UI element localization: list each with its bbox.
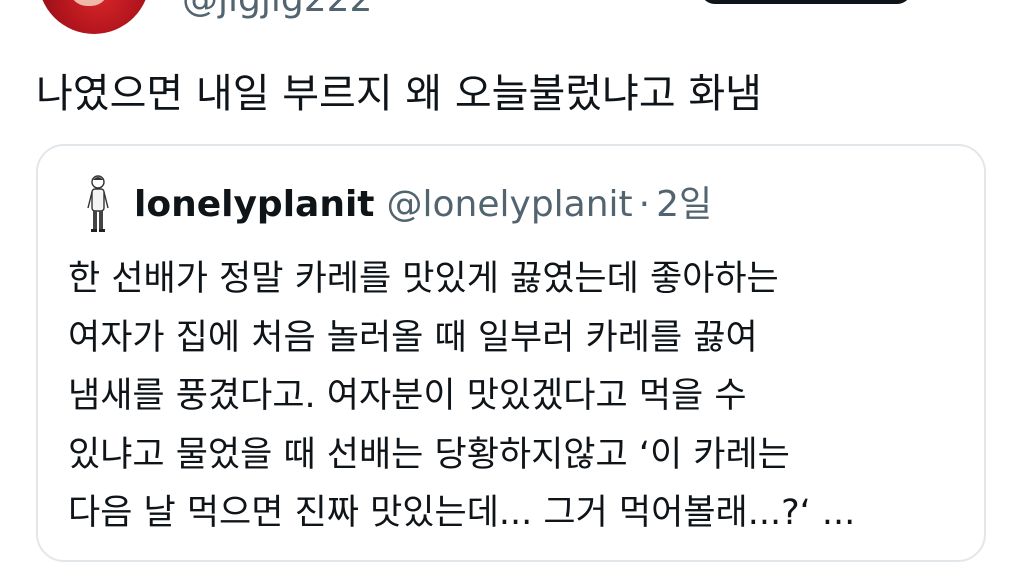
quoted-line: 냄새를 풍겼다고. 여자분이 맛있겠다고 먹을 수 (68, 376, 747, 416)
author-handle[interactable]: @jigjig222 (182, 0, 372, 22)
quoted-line: 한 선배가 정말 카레를 맛있게 끓였는데 좋아하는 (68, 259, 779, 299)
header-separator: · (638, 184, 651, 225)
quoted-avatar-icon[interactable] (84, 174, 112, 234)
quoted-line: 있냐고 물었을 때 선배는 당황하지않고 ‘이 카레는 (68, 434, 790, 475)
author-avatar[interactable] (38, 0, 150, 34)
quoted-timestamp[interactable]: 2일 (656, 184, 712, 225)
quoted-tweet-body: 한 선배가 정말 카레를 맛있게 끓였는데 좋아하는 여자가 집에 처음 놀러올… (68, 250, 968, 543)
quoted-line: 다음 날 먹으면 진짜 맛있는데... 그거 먹어볼래...?‘ ... (68, 493, 856, 533)
quoted-header: lonelyplanit @lonelyplanit · 2일 (134, 180, 712, 230)
tweet-text: 나였으면 내일 부르지 왜 오늘불렀냐고 화냄 (36, 71, 762, 117)
quoted-line: 여자가 집에 처음 놀러올 때 일부러 카레를 끓여 (68, 317, 758, 358)
quoted-display-name[interactable]: lonelyplanit (134, 184, 375, 225)
follow-button[interactable] (700, 0, 912, 4)
quoted-handle[interactable]: @lonelyplanit (387, 184, 633, 225)
avatar-face (68, 0, 110, 6)
quoted-tweet-card[interactable]: lonelyplanit @lonelyplanit · 2일 한 선배가 정말 카레… (36, 144, 986, 562)
